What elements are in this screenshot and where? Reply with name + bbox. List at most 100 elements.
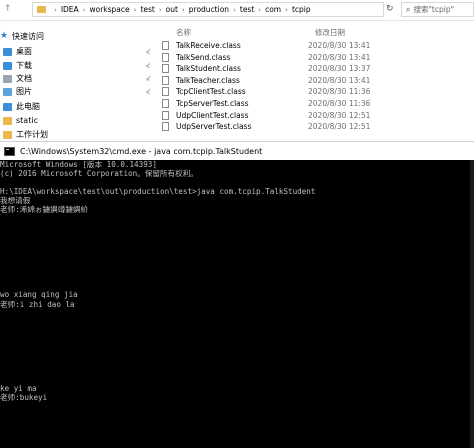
this-pc-icon: [3, 102, 12, 111]
file-name: TcpClientTest.class: [176, 87, 246, 97]
breadcrumb-item[interactable]: com: [265, 5, 281, 14]
nav-item-label: 桌面: [16, 47, 32, 56]
column-headers: 名称 修改日期: [150, 24, 474, 37]
file-date: 2020/8/30 12:51: [308, 110, 371, 120]
folder-icon: [37, 6, 46, 13]
column-header-date[interactable]: 修改日期: [315, 27, 345, 38]
nav-item[interactable]: 下载 ⊀: [0, 59, 151, 72]
nav-item[interactable]: 图片 ⊀: [0, 85, 151, 98]
file-row[interactable]: UdpClientTest.class 2020/8/30 12:51: [162, 110, 422, 121]
file-row[interactable]: TalkTeacher.class 2020/8/30 13:41: [162, 75, 422, 86]
breadcrumb-item[interactable]: IDEA: [61, 5, 79, 14]
console-scrollbar[interactable]: [470, 160, 474, 448]
file-name: TcpServerTest.class: [176, 99, 249, 108]
nav-item[interactable]: 文档 ⊀: [0, 72, 151, 85]
breadcrumb-item[interactable]: workspace: [89, 5, 129, 14]
star-icon: ★: [0, 30, 9, 41]
nav-item-label: 此电脑: [16, 102, 40, 111]
download-icon: [3, 61, 12, 70]
file-name: UdpServerTest.class: [176, 122, 252, 132]
chevron-right-icon[interactable]: ›: [134, 6, 137, 14]
file-date: 2020/8/30 13:41: [308, 75, 371, 85]
address-bar-row: ↑ › IDEA › workspace › test › out › production › t…: [0, 0, 474, 21]
nav-item-label: 工作计划: [16, 130, 48, 139]
file-row[interactable]: TcpClientTest.class 2020/8/30 11:36: [162, 86, 422, 97]
file-row[interactable]: TcpServerTest.class 2020/8/30 11:36: [162, 98, 422, 109]
file-explorer-window: ↑ › IDEA › workspace › test › out › production › t…: [0, 0, 474, 141]
file-icon: [162, 41, 169, 50]
file-date: 2020/8/30 13:41: [308, 52, 371, 62]
cmd-title-text: C:\Windows\System32\cmd.exe - java com.t…: [20, 146, 263, 156]
chevron-right-icon[interactable]: ›: [233, 6, 236, 14]
console-line: ke yi ma: [0, 384, 37, 393]
breadcrumb[interactable]: › IDEA › workspace › test › out › production › tes…: [32, 2, 384, 17]
file-row[interactable]: TalkReceive.class 2020/8/30 13:41: [162, 40, 422, 51]
chevron-right-icon: ›: [54, 5, 57, 14]
file-date: 2020/8/30 13:41: [308, 41, 371, 50]
file-date: 2020/8/30 12:51: [308, 122, 371, 132]
documents-icon: [3, 74, 12, 83]
breadcrumb-item[interactable]: test: [240, 5, 254, 14]
pictures-icon: [3, 87, 12, 96]
nav-item[interactable]: static: [0, 114, 92, 127]
column-header-name[interactable]: 名称: [176, 27, 191, 38]
pin-icon: ⊀: [145, 87, 151, 96]
file-row[interactable]: UdpServerTest.class 2020/8/30 12:51: [162, 121, 422, 132]
file-icon: [162, 52, 169, 62]
up-arrow-icon[interactable]: ↑: [4, 4, 12, 14]
file-icon: [162, 110, 169, 120]
file-row[interactable]: TalkStudent.class 2020/8/30 13:37: [162, 63, 422, 74]
nav-item[interactable]: 桌面 ⊀: [0, 45, 151, 58]
desktop-icon: [3, 47, 12, 56]
nav-item-label: 文档: [16, 74, 32, 83]
search-placeholder: 搜索"tcpip": [413, 5, 455, 14]
search-icon: ⌕: [406, 4, 411, 14]
console-output[interactable]: Microsoft Windows [版本 10.0.14393] (c) 201…: [0, 160, 470, 448]
file-row[interactable]: TalkSend.class 2020/8/30 13:41: [162, 52, 422, 63]
file-date: 2020/8/30 13:37: [308, 64, 371, 74]
nav-item[interactable]: 工作计划: [0, 128, 92, 141]
quick-access-label: 快速访问: [12, 31, 44, 41]
file-icon: [162, 75, 169, 85]
console-line: 老师:bukeyi: [0, 393, 48, 402]
file-name: TalkStudent.class: [176, 64, 241, 74]
navigation-pane: ★ 快速访问 桌面 ⊀ 下载 ⊀ 文档 ⊀ 图片 ⊀ 此电脑 static 工作计划: [0, 24, 151, 141]
nav-item[interactable]: 此电脑: [0, 100, 92, 113]
pin-icon: ⊀: [145, 74, 151, 83]
chevron-right-icon[interactable]: ›: [285, 6, 288, 14]
file-icon: [162, 64, 169, 74]
cmd-window: C:\Windows\System32\cmd.exe - java com.t…: [0, 141, 474, 448]
breadcrumb-item[interactable]: tcpip: [292, 5, 311, 14]
console-line: 老师:i zhi dao la: [0, 300, 75, 309]
console-icon: [4, 146, 15, 156]
chevron-right-icon[interactable]: ›: [159, 6, 162, 14]
console-line: H:\IDEA\workspace\test\out\production\te…: [0, 187, 316, 196]
file-icon: [162, 99, 169, 108]
folder-icon: [3, 130, 12, 139]
pin-icon: ⊀: [145, 61, 151, 70]
cmd-title-bar[interactable]: C:\Windows\System32\cmd.exe - java com.t…: [0, 141, 474, 160]
chevron-right-icon[interactable]: ›: [83, 6, 86, 14]
file-name: TalkReceive.class: [176, 41, 241, 50]
pin-icon: ⊀: [145, 47, 151, 56]
chevron-right-icon[interactable]: ›: [258, 6, 261, 14]
breadcrumb-item[interactable]: production: [189, 5, 229, 14]
nav-item-label: static: [16, 116, 38, 125]
file-icon: [162, 122, 169, 132]
refresh-icon[interactable]: ↻: [386, 4, 394, 14]
breadcrumb-item[interactable]: test: [140, 5, 154, 14]
console-line: 我想请假: [0, 196, 31, 205]
search-input[interactable]: ⌕ 搜索"tcpip": [401, 2, 474, 17]
file-date: 2020/8/30 11:36: [308, 99, 371, 108]
file-icon: [162, 87, 169, 97]
console-line: (c) 2016 Microsoft Corporation。保留所有权利。: [0, 169, 198, 178]
folder-icon: [3, 116, 12, 125]
nav-item-label: 图片: [16, 87, 32, 96]
chevron-right-icon[interactable]: ›: [182, 6, 185, 14]
file-date: 2020/8/30 11:36: [308, 87, 371, 97]
file-name: UdpClientTest.class: [176, 110, 249, 120]
file-name: TalkTeacher.class: [176, 75, 240, 85]
quick-access-item[interactable]: ★ 快速访问: [0, 30, 44, 42]
breadcrumb-item[interactable]: out: [166, 5, 178, 14]
file-name: TalkSend.class: [176, 52, 231, 62]
